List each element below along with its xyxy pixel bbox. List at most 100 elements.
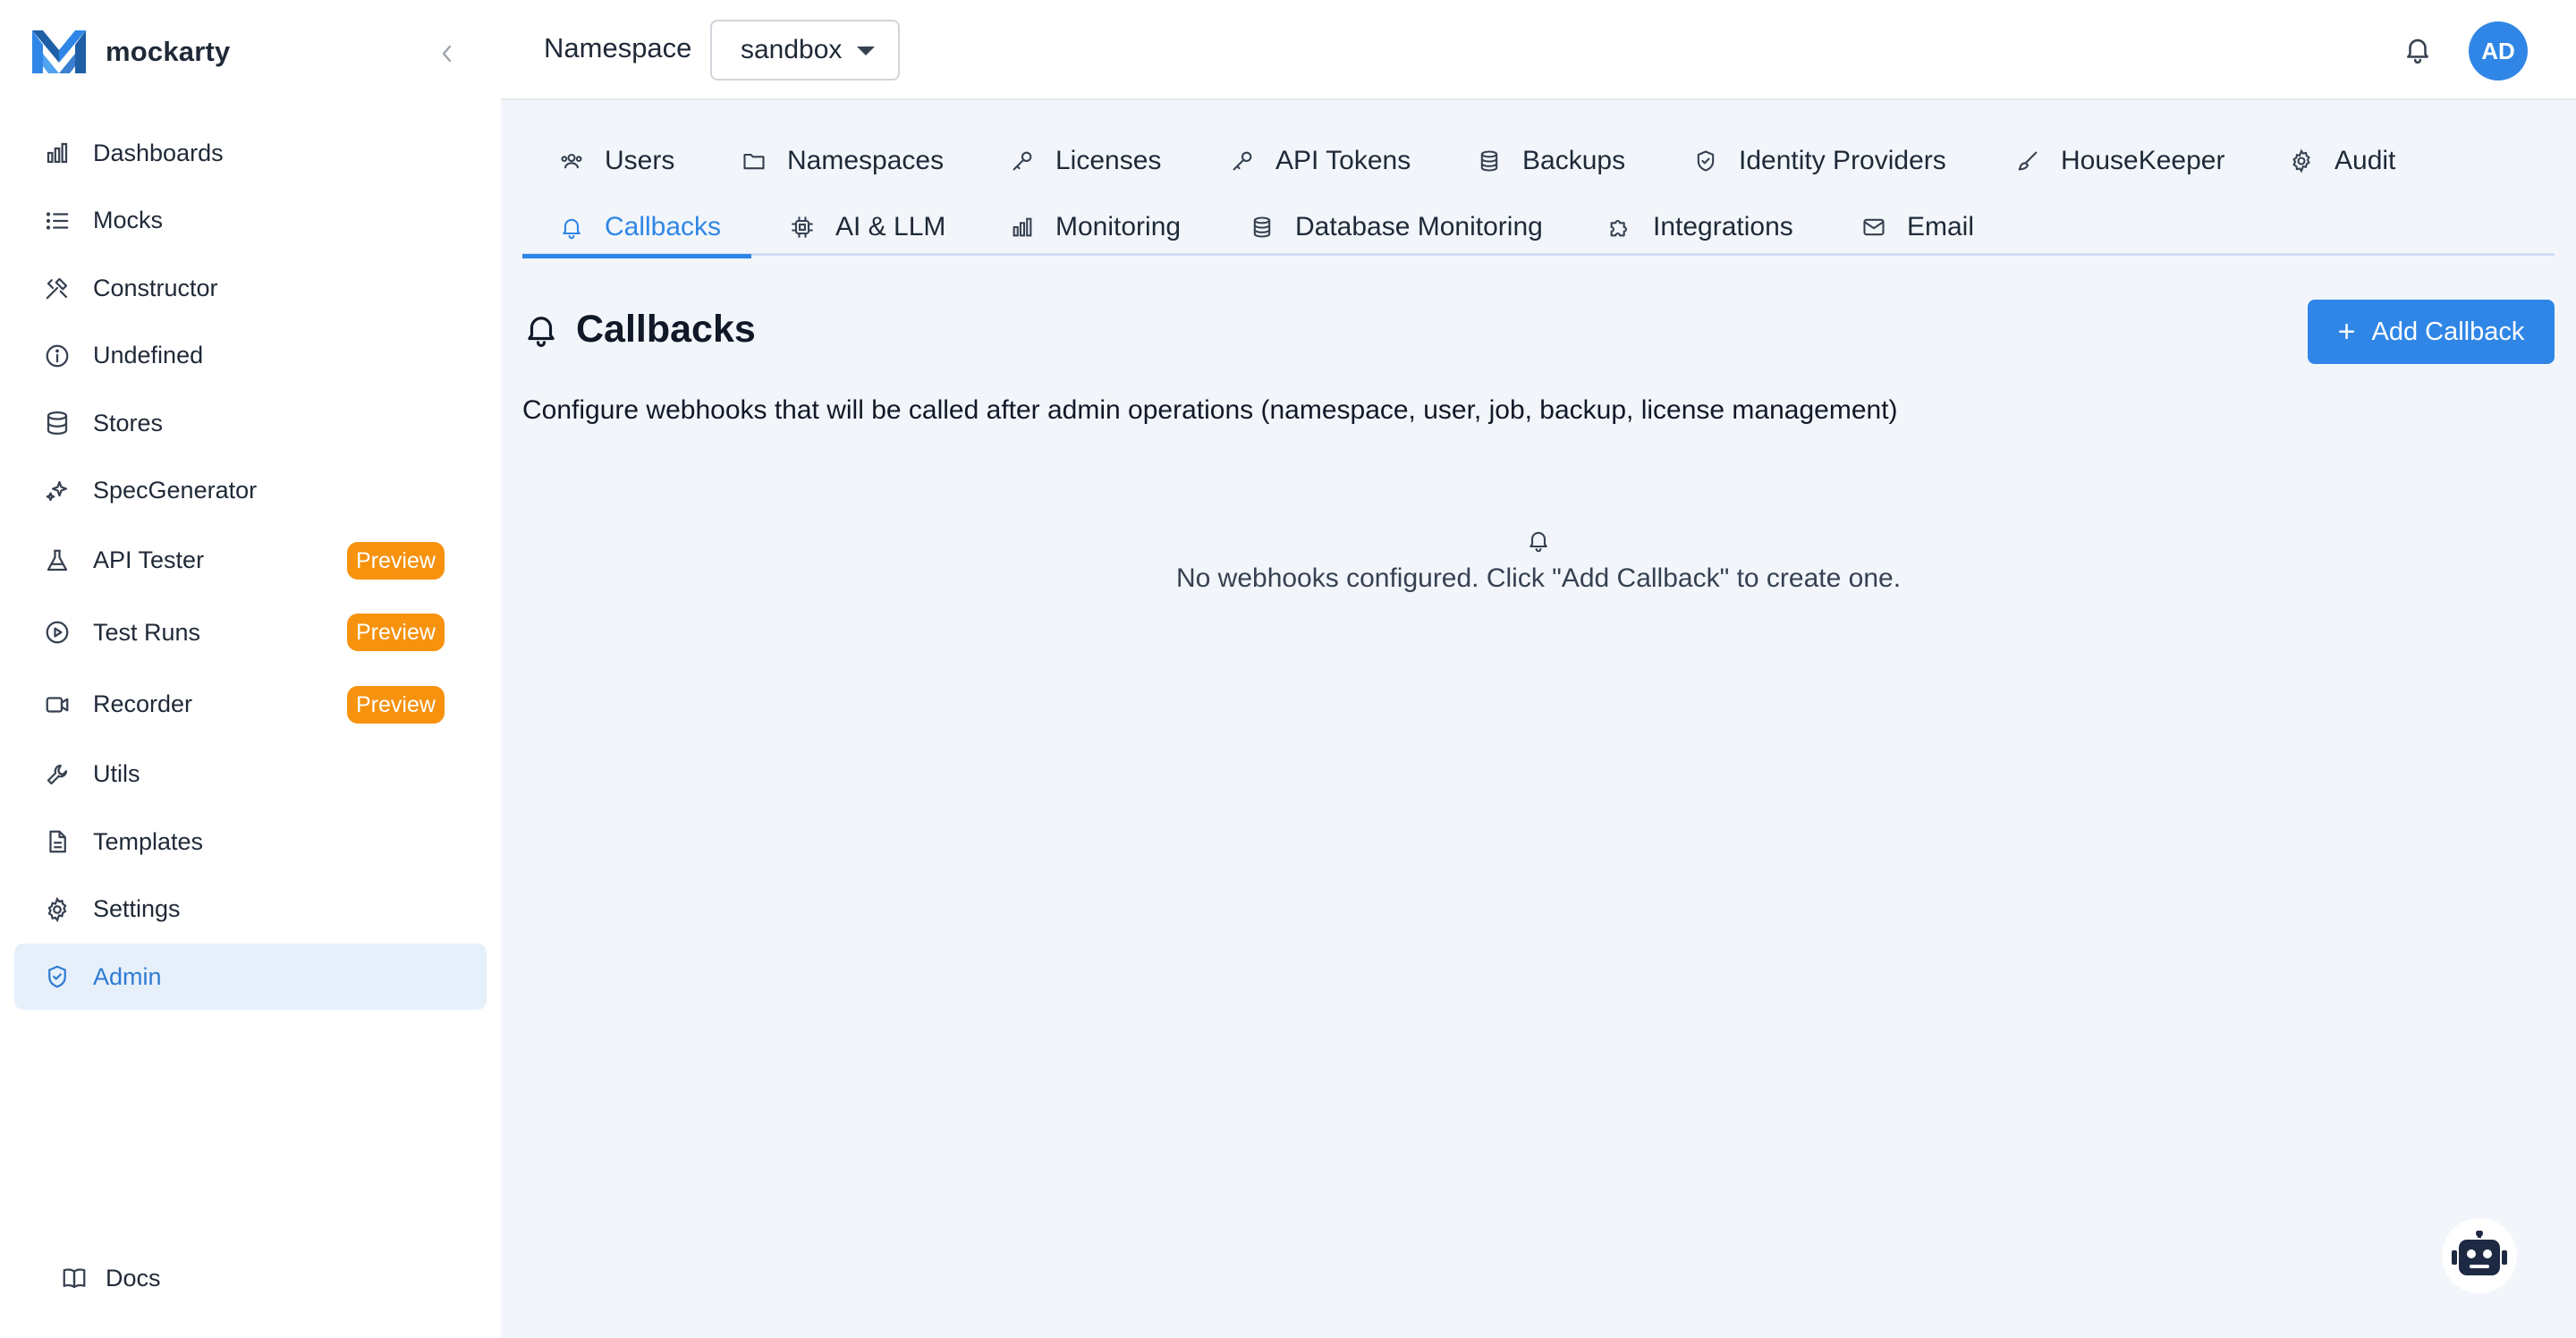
tab-users[interactable]: Users xyxy=(558,132,674,190)
sidebar-item-dashboards[interactable]: Dashboards xyxy=(14,120,487,186)
chevron-left-icon xyxy=(442,45,452,63)
app-root: mockarty Dashboards Mocks Constructor Un… xyxy=(0,0,2576,1338)
database-icon xyxy=(1249,214,1275,241)
namespace-label: Namespace xyxy=(544,32,692,64)
database-icon xyxy=(43,409,72,437)
mockarty-logo-icon xyxy=(32,30,86,73)
tab-label: Monitoring xyxy=(1055,212,1182,241)
wrench-icon xyxy=(43,760,72,789)
docs-label: Docs xyxy=(106,1264,161,1291)
sparkles-icon xyxy=(43,477,72,505)
tab-label: Licenses xyxy=(1055,146,1162,175)
tab-label: HouseKeeper xyxy=(2061,146,2225,175)
tab-email[interactable]: Email xyxy=(1860,199,1974,256)
sidebar-item-constructor[interactable]: Constructor xyxy=(14,255,487,321)
sidebar-item-label: Undefined xyxy=(93,342,204,368)
mail-icon xyxy=(1860,214,1887,241)
brush-icon xyxy=(2014,148,2041,174)
page-description: Configure webhooks that will be called a… xyxy=(522,395,1898,425)
preview-badge: Preview xyxy=(347,614,445,651)
sidebar-item-admin[interactable]: Admin xyxy=(14,944,487,1010)
key-icon xyxy=(1229,148,1256,174)
sidebar-item-specgenerator[interactable]: SpecGenerator xyxy=(14,458,487,524)
collapse-sidebar-button[interactable] xyxy=(429,36,465,72)
puzzle-icon xyxy=(1606,214,1633,241)
add-callback-button[interactable]: + Add Callback xyxy=(2308,300,2555,364)
shield-icon xyxy=(43,962,72,991)
tab-namespaces[interactable]: Namespaces xyxy=(741,132,944,190)
tab-identity-providers[interactable]: Identity Providers xyxy=(1692,132,1946,190)
tools-icon xyxy=(43,274,72,302)
sidebar-item-templates[interactable]: Templates xyxy=(14,809,487,875)
sidebar-item-mocks[interactable]: Mocks xyxy=(14,188,487,254)
tab-api-tokens[interactable]: API Tokens xyxy=(1229,132,1411,190)
sidebar-item-label: Stores xyxy=(93,409,164,436)
logo[interactable]: mockarty xyxy=(30,25,478,79)
tab-label: Audit xyxy=(2334,146,2396,175)
docs-link[interactable]: Docs xyxy=(61,1258,161,1299)
tab-ai-llm[interactable]: AI & LLM xyxy=(789,199,945,256)
bar-chart-icon xyxy=(43,139,72,167)
section-header: Callbacks xyxy=(522,299,756,360)
sidebar-item-api-tester[interactable]: API Tester Preview xyxy=(14,525,487,596)
tab-label: Backups xyxy=(1522,146,1626,175)
gear-icon xyxy=(2288,148,2315,174)
brand-name: mockarty xyxy=(106,36,231,67)
add-callback-label: Add Callback xyxy=(2371,317,2525,346)
bell-icon xyxy=(1530,531,1547,553)
flask-icon xyxy=(43,546,72,575)
tab-integrations[interactable]: Integrations xyxy=(1606,199,1793,256)
sidebar-item-label: Admin xyxy=(93,962,162,990)
chip-icon xyxy=(789,214,816,241)
active-tab-indicator xyxy=(522,254,751,258)
sidebar-item-undefined[interactable]: Undefined xyxy=(14,323,487,389)
tab-callbacks[interactable]: Callbacks xyxy=(558,199,721,256)
sidebar: mockarty Dashboards Mocks Constructor Un… xyxy=(0,0,501,1338)
tab-database-monitoring[interactable]: Database Monitoring xyxy=(1249,199,1543,256)
sidebar-nav: Dashboards Mocks Constructor Undefined S… xyxy=(14,120,487,1012)
empty-state-message: No webhooks configured. Click "Add Callb… xyxy=(1175,563,1902,593)
sidebar-item-label: Mocks xyxy=(93,207,164,233)
sidebar-item-label: Test Runs xyxy=(93,618,201,646)
main-content: Users Namespaces Licenses API Tokens Bac… xyxy=(501,100,2576,1338)
shield-check-icon xyxy=(1692,148,1719,174)
tab-label: API Tokens xyxy=(1275,146,1411,175)
caret-down-icon xyxy=(857,47,875,55)
sidebar-item-label: Settings xyxy=(93,895,181,922)
tab-label: Users xyxy=(605,146,675,175)
tab-audit[interactable]: Audit xyxy=(2288,132,2395,190)
video-icon xyxy=(43,690,72,719)
sidebar-item-test-runs[interactable]: Test Runs Preview xyxy=(14,597,487,668)
users-icon xyxy=(558,148,585,174)
tab-label: Email xyxy=(1907,212,1975,241)
tab-backups[interactable]: Backups xyxy=(1476,132,1625,190)
folder-icon xyxy=(741,148,767,174)
bell-icon xyxy=(2407,38,2428,64)
tab-label: Namespaces xyxy=(787,146,945,175)
tab-label: Callbacks xyxy=(605,212,722,241)
database-icon xyxy=(1476,148,1503,174)
namespace-select[interactable]: sandbox xyxy=(710,20,900,80)
preview-badge: Preview xyxy=(347,541,445,580)
sidebar-item-utils[interactable]: Utils xyxy=(14,741,487,808)
sidebar-item-label: Dashboards xyxy=(93,139,224,166)
gear-icon xyxy=(43,895,72,924)
bell-icon xyxy=(558,214,585,241)
tab-monitoring[interactable]: Monitoring xyxy=(1009,199,1181,256)
plus-icon: + xyxy=(2337,315,2356,349)
sidebar-item-settings[interactable]: Settings xyxy=(14,876,487,943)
sidebar-item-recorder[interactable]: Recorder Preview xyxy=(14,669,487,740)
tab-label: Integrations xyxy=(1653,212,1793,241)
top-header: Namespace sandbox AD xyxy=(501,0,2576,100)
assistant-bot-button[interactable] xyxy=(2442,1218,2517,1293)
sidebar-item-label: Utils xyxy=(93,760,140,787)
tab-licenses[interactable]: Licenses xyxy=(1009,132,1161,190)
admin-tabs: Users Namespaces Licenses API Tokens Bac… xyxy=(522,123,2555,258)
tab-housekeeper[interactable]: HouseKeeper xyxy=(2014,132,2224,190)
sidebar-item-label: Constructor xyxy=(93,274,218,301)
notifications-button[interactable] xyxy=(2399,30,2436,68)
empty-state: No webhooks configured. Click "Add Callb… xyxy=(501,528,2576,594)
bell-icon xyxy=(528,317,555,347)
sidebar-item-stores[interactable]: Stores xyxy=(14,390,487,456)
avatar[interactable]: AD xyxy=(2469,21,2528,80)
